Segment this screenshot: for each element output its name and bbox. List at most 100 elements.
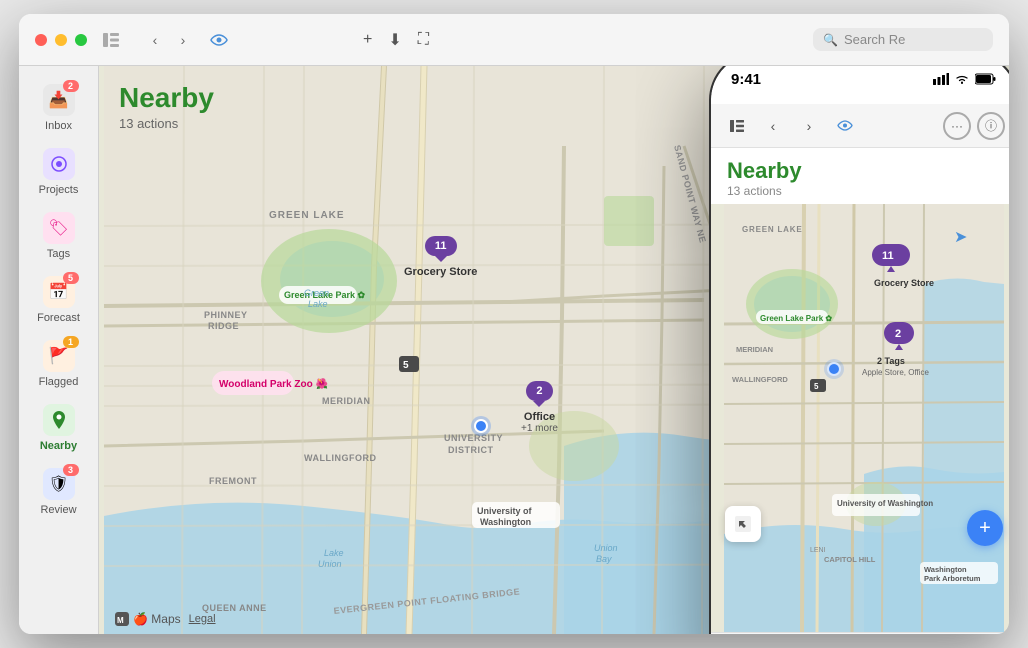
flagged-badge: 1 (63, 336, 79, 348)
svg-text:CAPITOL HILL: CAPITOL HILL (824, 555, 876, 564)
svg-text:Apple Store, Office: Apple Store, Office (862, 368, 930, 377)
phone-mockup: 9:41 (709, 66, 1009, 634)
phone-map-area: Green Lake Park ✿ GREEN LAKE MERIDIAN WA… (711, 204, 1009, 634)
svg-text:Grocery Store: Grocery Store (874, 278, 934, 288)
battery-icon (975, 73, 997, 85)
map-area: GREEN LAKE PHINNEY RIDGE MERIDIAN WALLIN… (99, 66, 1009, 634)
svg-text:GREEN LAKE: GREEN LAKE (269, 210, 345, 221)
svg-text:Lake: Lake (324, 548, 344, 558)
flagged-icon: 🚩 1 (43, 340, 75, 372)
sidebar-item-forecast[interactable]: 📅 5 Forecast (25, 270, 93, 330)
svg-text:Green: Green (304, 288, 329, 298)
sidebar-item-review[interactable]: 🛡 3 Review (25, 462, 93, 522)
svg-text:Lake: Lake (308, 299, 328, 309)
sidebar-label-projects: Projects (39, 184, 79, 196)
phone-tab-bar: 📥 2 Inbox (711, 632, 1009, 634)
pin-bubble-grocery: 11 (425, 236, 457, 256)
minimize-button[interactable] (55, 34, 67, 46)
sidebar-label-inbox: Inbox (45, 120, 72, 132)
svg-text:DISTRICT: DISTRICT (448, 445, 494, 455)
pin-office[interactable]: 2 Office +1 more (521, 381, 558, 434)
search-placeholder: Search Re (844, 32, 905, 47)
download-button[interactable]: ⬇ (388, 30, 401, 50)
search-icon: 🔍 (823, 33, 838, 47)
sidebar-item-tags[interactable]: 🏷 Tags (25, 206, 93, 266)
toolbar-actions: + ⬇ ⛶ (363, 30, 429, 50)
close-button[interactable] (35, 34, 47, 46)
phone-map-header: Nearby 13 actions (711, 148, 1009, 204)
svg-text:FREMONT: FREMONT (209, 476, 257, 486)
phone-status-bar: 9:41 (711, 66, 1009, 104)
forecast-badge: 5 (63, 272, 79, 284)
maximize-button[interactable] (75, 34, 87, 46)
pin-label-office: Office (524, 411, 555, 423)
svg-text:2 Tags: 2 Tags (877, 356, 905, 366)
phone-status-icons (933, 73, 997, 85)
svg-text:5: 5 (814, 382, 819, 391)
wifi-icon (955, 74, 969, 85)
svg-text:➤: ➤ (954, 229, 967, 246)
svg-text:Union: Union (594, 543, 618, 553)
forward-button[interactable]: › (171, 28, 195, 52)
svg-text:University of: University of (477, 506, 533, 516)
tags-icon: 🏷 (43, 212, 75, 244)
sidebar-label-nearby: Nearby (40, 440, 77, 452)
svg-text:MERIDIAN: MERIDIAN (736, 345, 773, 354)
review-badge: 3 (63, 464, 79, 476)
fullscreen-button[interactable]: ⛶ (418, 31, 429, 49)
phone-map-subtitle: 13 actions (727, 184, 1001, 198)
sidebar-label-tags: Tags (47, 248, 70, 260)
svg-text:Bay: Bay (596, 554, 612, 564)
svg-text:University of Washington: University of Washington (837, 499, 933, 508)
phone-map-svg: Green Lake Park ✿ GREEN LAKE MERIDIAN WA… (711, 204, 1009, 634)
phone-add-button[interactable]: + (967, 510, 1003, 546)
sidebar-item-nearby[interactable]: Nearby (25, 398, 93, 458)
sidebar-item-inbox[interactable]: 📥 2 Inbox (25, 78, 93, 138)
svg-text:GREEN LAKE: GREEN LAKE (742, 225, 802, 234)
back-button[interactable]: ‹ (143, 28, 167, 52)
sidebar-toggle[interactable] (99, 28, 123, 52)
sidebar: 📥 2 Inbox Projects 🏷 (19, 66, 99, 634)
review-icon: 🛡 3 (43, 468, 75, 500)
sidebar-label-forecast: Forecast (37, 312, 80, 324)
sidebar-label-flagged: Flagged (39, 376, 79, 388)
sidebar-item-projects[interactable]: Projects (25, 142, 93, 202)
phone-screen: 9:41 (711, 66, 1009, 634)
legal-link[interactable]: Legal (189, 613, 216, 625)
svg-text:Woodland Park Zoo 🌺: Woodland Park Zoo 🌺 (219, 377, 328, 390)
projects-icon (43, 148, 75, 180)
sidebar-item-flagged[interactable]: 🚩 1 Flagged (25, 334, 93, 394)
svg-text:11: 11 (882, 250, 894, 262)
add-button[interactable]: + (363, 31, 372, 49)
pin-grocery[interactable]: 11 Grocery Store (404, 236, 477, 278)
pin-bubble-office: 2 (526, 381, 552, 401)
current-location-dot (474, 419, 488, 433)
main-window: ‹ › + ⬇ ⛶ 🔍 Search Re 📥 2 (19, 14, 1009, 634)
svg-text:UNIVERSITY: UNIVERSITY (444, 433, 503, 443)
svg-text:RIDGE: RIDGE (208, 321, 239, 331)
sidebar-label-review: Review (40, 504, 76, 516)
view-toggle[interactable] (207, 28, 231, 52)
pin-sublabel-office: +1 more (521, 423, 558, 434)
svg-text:Park Arboretum: Park Arboretum (924, 574, 981, 583)
map-attribution: M 🍎 Maps Legal (115, 612, 216, 626)
title-bar: ‹ › + ⬇ ⛶ 🔍 Search Re (19, 14, 1009, 66)
svg-text:WALLINGFORD: WALLINGFORD (732, 375, 788, 384)
phone-map-title: Nearby (727, 158, 1001, 184)
content-area: 📥 2 Inbox Projects 🏷 (19, 66, 1009, 634)
search-bar[interactable]: 🔍 Search Re (813, 28, 993, 51)
svg-text:PHINNEY: PHINNEY (204, 310, 248, 320)
svg-text:5: 5 (403, 360, 409, 371)
inbox-icon: 📥 2 (43, 84, 75, 116)
nearby-icon (43, 404, 75, 436)
map-subtitle: 13 actions (119, 116, 989, 131)
svg-text:2: 2 (895, 328, 901, 340)
phone-location-button[interactable] (725, 506, 761, 542)
svg-text:M: M (117, 616, 124, 625)
signal-icon (933, 73, 949, 85)
svg-text:Washington: Washington (924, 565, 967, 574)
svg-text:Green Lake Park ✿: Green Lake Park ✿ (760, 314, 832, 323)
nav-buttons: ‹ › (143, 28, 195, 52)
inbox-badge: 2 (63, 80, 79, 92)
traffic-lights (35, 34, 87, 46)
